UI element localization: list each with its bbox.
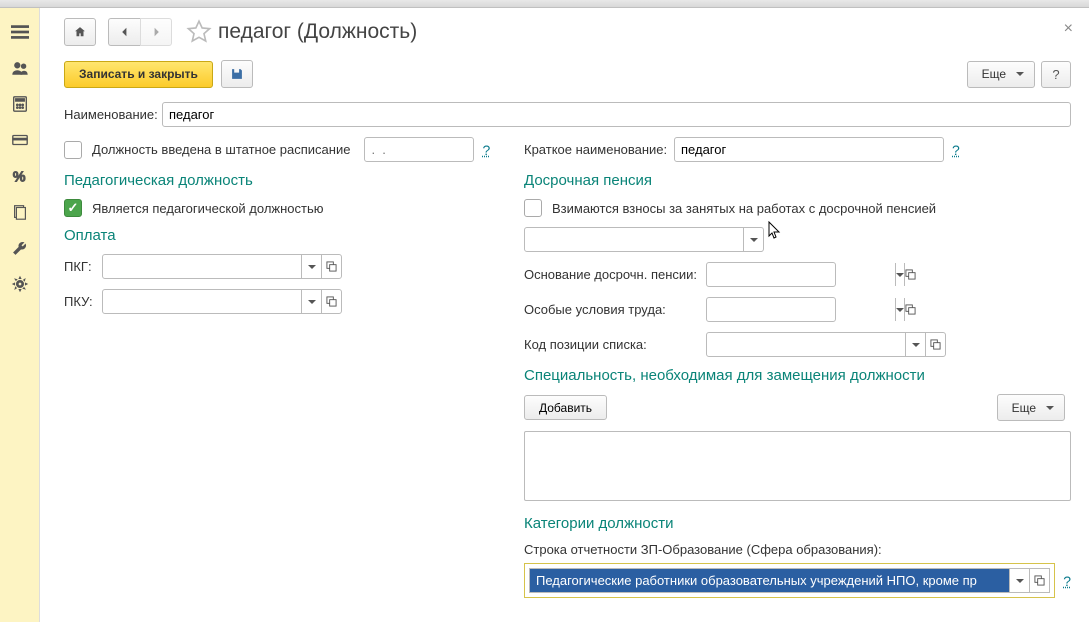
conditions-label: Особые условия труда: (524, 302, 706, 317)
pension-input[interactable] (525, 228, 743, 251)
documents-icon[interactable] (6, 198, 34, 226)
staffing-help-icon[interactable]: ? (482, 142, 490, 158)
zp-help-icon[interactable]: ? (1063, 573, 1071, 589)
staffing-date-input[interactable] (364, 137, 474, 162)
pension-fee-label: Взимаются взносы за занятых на работах с… (552, 201, 936, 216)
calculator-icon[interactable] (6, 90, 34, 118)
ped-section-header: Педагогическая должность (64, 172, 524, 189)
pku-open-button[interactable] (321, 290, 341, 313)
pension-fee-checkbox[interactable] (524, 199, 542, 217)
staffing-checkbox[interactable] (64, 141, 82, 159)
pku-dropdown-button[interactable] (301, 290, 321, 313)
page-title: педагог (Должность) (218, 20, 417, 44)
zp-input[interactable] (530, 569, 1009, 592)
pku-input[interactable] (103, 290, 301, 313)
staffing-label: Должность введена в штатное расписание (92, 142, 350, 157)
card-icon[interactable] (6, 126, 34, 154)
add-button[interactable]: Добавить (524, 395, 607, 420)
forward-button[interactable] (140, 18, 172, 46)
zp-open-button[interactable] (1029, 569, 1049, 592)
pkg-combo[interactable] (102, 254, 342, 279)
name-input[interactable] (162, 102, 1071, 127)
left-sidebar: % (0, 8, 40, 622)
is-ped-label: Является педагогической должностью (92, 201, 324, 216)
zp-label: Строка отчетности ЗП-Образование (Сфера … (524, 542, 1071, 557)
short-name-label: Краткое наименование: (524, 142, 674, 157)
wrench-icon[interactable] (6, 234, 34, 262)
zp-highlight-wrap (524, 563, 1055, 598)
pku-combo[interactable] (102, 289, 342, 314)
spec-listbox[interactable] (524, 431, 1071, 501)
pension-basis-label: Основание досрочн. пенсии: (524, 267, 706, 282)
pkg-label: ПКГ: (64, 259, 102, 274)
pkg-dropdown-button[interactable] (301, 255, 321, 278)
menu-icon[interactable] (6, 18, 34, 46)
pkg-open-button[interactable] (321, 255, 341, 278)
spec-more-button[interactable]: Еще (997, 394, 1065, 421)
cat-section-header: Категории должности (524, 515, 1071, 532)
users-icon[interactable] (6, 54, 34, 82)
spec-section-header: Специальность, необходимая для замещения… (524, 367, 1071, 384)
save-button[interactable] (221, 60, 253, 88)
conditions-combo[interactable] (706, 297, 836, 322)
zp-dropdown-button[interactable] (1009, 569, 1029, 592)
gear-icon[interactable] (6, 270, 34, 298)
code-label: Код позиции списка: (524, 337, 706, 352)
svg-text:%: % (12, 169, 25, 185)
close-icon[interactable]: × (1064, 20, 1073, 38)
pkg-input[interactable] (103, 255, 301, 278)
back-button[interactable] (108, 18, 140, 46)
zp-combo[interactable] (529, 568, 1050, 593)
pension-combo[interactable] (524, 227, 764, 252)
pay-section-header: Оплата (64, 227, 524, 244)
save-close-button[interactable]: Записать и закрыть (64, 61, 213, 88)
is-ped-checkbox[interactable] (64, 199, 82, 217)
home-button[interactable] (64, 18, 96, 46)
more-button[interactable]: Еще (967, 61, 1035, 88)
short-name-help-icon[interactable]: ? (952, 142, 960, 158)
favorite-star-icon[interactable] (186, 19, 212, 45)
code-combo[interactable] (706, 332, 946, 357)
percent-icon[interactable]: % (6, 162, 34, 190)
cursor-icon (768, 221, 784, 241)
name-label: Наименование: (64, 107, 162, 122)
pku-label: ПКУ: (64, 294, 102, 309)
pension-basis-combo[interactable] (706, 262, 836, 287)
pension-dropdown-button[interactable] (743, 228, 763, 251)
pension-section-header: Досрочная пенсия (524, 172, 1071, 189)
help-button[interactable]: ? (1041, 61, 1071, 88)
short-name-input[interactable] (674, 137, 944, 162)
